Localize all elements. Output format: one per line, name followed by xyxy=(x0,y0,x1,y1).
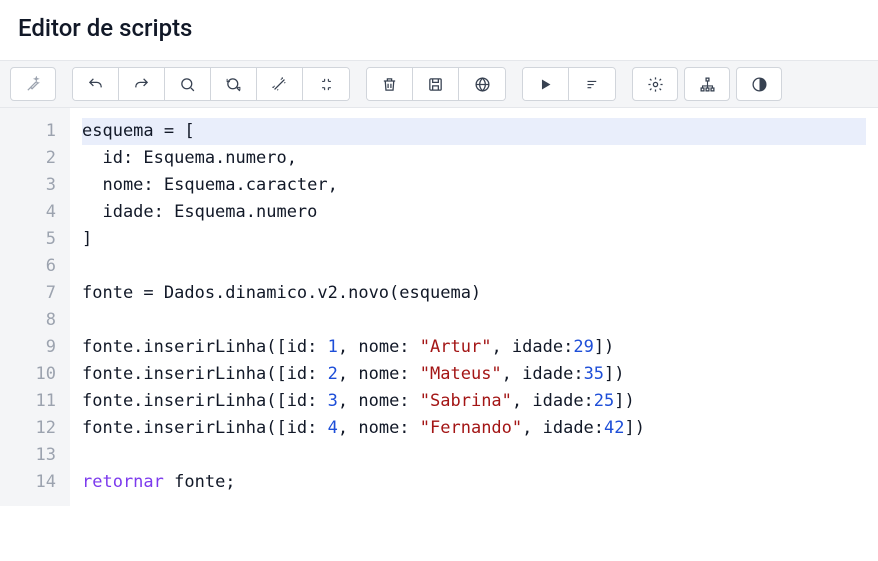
line-number: 1 xyxy=(0,118,56,145)
line-number: 4 xyxy=(0,199,56,226)
wand-button[interactable] xyxy=(257,67,303,101)
line-number: 8 xyxy=(0,307,56,334)
code-line[interactable]: fonte.inserirLinha([id: 3, nome: "Sabrin… xyxy=(82,388,866,415)
history-group xyxy=(72,67,350,101)
play-button[interactable] xyxy=(523,67,569,101)
code-line[interactable]: esquema = [ xyxy=(82,118,866,145)
code-line[interactable] xyxy=(82,253,866,280)
globe-button[interactable] xyxy=(459,67,505,101)
code-line[interactable]: id: Esquema.numero, xyxy=(82,145,866,172)
code-area[interactable]: esquema = [ id: Esquema.numero, nome: Es… xyxy=(70,108,878,506)
replace-button[interactable] xyxy=(211,67,257,101)
line-number: 12 xyxy=(0,415,56,442)
code-line[interactable]: fonte.inserirLinha([id: 2, nome: "Mateus… xyxy=(82,361,866,388)
delete-button[interactable] xyxy=(367,67,413,101)
code-line[interactable]: idade: Esquema.numero xyxy=(82,199,866,226)
line-number: 3 xyxy=(0,172,56,199)
code-line[interactable]: ] xyxy=(82,226,866,253)
toolbar xyxy=(0,60,878,108)
line-number: 6 xyxy=(0,253,56,280)
search-button[interactable] xyxy=(165,67,211,101)
save-button[interactable] xyxy=(413,67,459,101)
redo-button[interactable] xyxy=(119,67,165,101)
settings-button[interactable] xyxy=(632,67,678,101)
autofix-button[interactable] xyxy=(10,67,56,101)
collapse-button[interactable] xyxy=(303,67,349,101)
contrast-button[interactable] xyxy=(736,67,782,101)
line-gutter: 1234567891011121314 xyxy=(0,108,70,506)
file-group xyxy=(366,67,506,101)
run-group xyxy=(522,67,616,101)
code-line[interactable]: fonte = Dados.dinamico.v2.novo(esquema) xyxy=(82,280,866,307)
code-editor[interactable]: 1234567891011121314 esquema = [ id: Esqu… xyxy=(0,108,878,506)
page-title: Editor de scripts xyxy=(0,0,878,60)
line-number: 2 xyxy=(0,145,56,172)
code-line[interactable]: retornar fonte; xyxy=(82,469,866,496)
line-number: 9 xyxy=(0,334,56,361)
code-line[interactable] xyxy=(82,442,866,469)
line-number: 13 xyxy=(0,442,56,469)
line-number: 14 xyxy=(0,469,56,496)
tree-button[interactable] xyxy=(684,67,730,101)
sort-button[interactable] xyxy=(569,67,615,101)
undo-button[interactable] xyxy=(73,67,119,101)
code-line[interactable]: fonte.inserirLinha([id: 1, nome: "Artur"… xyxy=(82,334,866,361)
line-number: 10 xyxy=(0,361,56,388)
code-line[interactable] xyxy=(82,307,866,334)
code-line[interactable]: fonte.inserirLinha([id: 4, nome: "Fernan… xyxy=(82,415,866,442)
line-number: 11 xyxy=(0,388,56,415)
line-number: 5 xyxy=(0,226,56,253)
code-line[interactable]: nome: Esquema.caracter, xyxy=(82,172,866,199)
line-number: 7 xyxy=(0,280,56,307)
